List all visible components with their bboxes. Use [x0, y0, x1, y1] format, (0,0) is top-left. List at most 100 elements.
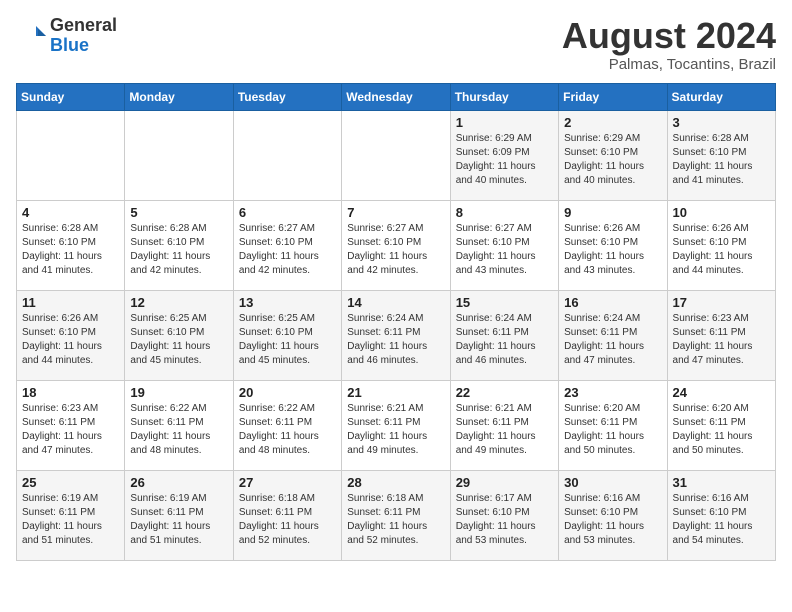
day-info: Sunrise: 6:22 AMSunset: 6:11 PMDaylight:…	[239, 402, 336, 458]
day-number: 21	[347, 385, 444, 400]
day-number: 20	[239, 385, 336, 400]
day-number: 26	[130, 475, 227, 490]
calendar-cell: 19 Sunrise: 6:22 AMSunset: 6:11 PMDayligh…	[125, 380, 233, 470]
calendar-cell: 23 Sunrise: 6:20 AMSunset: 6:11 PMDayligh…	[559, 380, 667, 470]
calendar-cell: 25 Sunrise: 6:19 AMSunset: 6:11 PMDayligh…	[17, 470, 125, 560]
day-info: Sunrise: 6:25 AMSunset: 6:10 PMDaylight:…	[239, 312, 336, 368]
logo-icon	[16, 21, 46, 51]
day-number: 27	[239, 475, 336, 490]
day-number: 16	[564, 295, 661, 310]
calendar-cell: 4 Sunrise: 6:28 AMSunset: 6:10 PMDaylight…	[17, 200, 125, 290]
calendar-cell: 9 Sunrise: 6:26 AMSunset: 6:10 PMDaylight…	[559, 200, 667, 290]
day-number: 15	[456, 295, 553, 310]
day-info: Sunrise: 6:26 AMSunset: 6:10 PMDaylight:…	[564, 222, 661, 278]
col-monday: Monday	[125, 83, 233, 110]
page-header: General Blue August 2024 Palmas, Tocanti…	[16, 16, 776, 73]
calendar-cell: 10Sunrise: 6:26 AMSunset: 6:10 PMDayligh…	[667, 200, 775, 290]
day-number: 24	[673, 385, 770, 400]
day-number: 25	[22, 475, 119, 490]
day-info: Sunrise: 6:23 AMSunset: 6:11 PMDaylight:…	[22, 402, 119, 458]
day-info: Sunrise: 6:16 AMSunset: 6:10 PMDaylight:…	[564, 492, 661, 548]
location: Palmas, Tocantins, Brazil	[562, 56, 776, 73]
calendar-cell: 1 Sunrise: 6:29 AMSunset: 6:09 PMDaylight…	[450, 110, 558, 200]
col-tuesday: Tuesday	[233, 83, 341, 110]
day-info: Sunrise: 6:29 AMSunset: 6:09 PMDaylight:…	[456, 132, 553, 188]
calendar-cell: 18 Sunrise: 6:23 AMSunset: 6:11 PMDayligh…	[17, 380, 125, 470]
day-info: Sunrise: 6:27 AMSunset: 6:10 PMDaylight:…	[347, 222, 444, 278]
day-number: 28	[347, 475, 444, 490]
day-number: 11	[22, 295, 119, 310]
day-number: 17	[673, 295, 770, 310]
day-number: 4	[22, 205, 119, 220]
calendar-week-1: 1 Sunrise: 6:29 AMSunset: 6:09 PMDaylight…	[17, 110, 776, 200]
calendar-header: Sunday Monday Tuesday Wednesday Thursday…	[17, 83, 776, 110]
calendar-cell	[17, 110, 125, 200]
day-info: Sunrise: 6:19 AMSunset: 6:11 PMDaylight:…	[22, 492, 119, 548]
day-info: Sunrise: 6:24 AMSunset: 6:11 PMDaylight:…	[347, 312, 444, 368]
day-info: Sunrise: 6:28 AMSunset: 6:10 PMDaylight:…	[673, 132, 770, 188]
calendar-cell: 14Sunrise: 6:24 AMSunset: 6:11 PMDayligh…	[342, 290, 450, 380]
day-number: 1	[456, 115, 553, 130]
calendar-table: Sunday Monday Tuesday Wednesday Thursday…	[16, 83, 776, 561]
day-info: Sunrise: 6:21 AMSunset: 6:11 PMDaylight:…	[456, 402, 553, 458]
calendar-cell: 7 Sunrise: 6:27 AMSunset: 6:10 PMDaylight…	[342, 200, 450, 290]
day-number: 13	[239, 295, 336, 310]
day-info: Sunrise: 6:22 AMSunset: 6:11 PMDaylight:…	[130, 402, 227, 458]
calendar-body: 1 Sunrise: 6:29 AMSunset: 6:09 PMDaylight…	[17, 110, 776, 560]
calendar-cell: 31 Sunrise: 6:16 AMSunset: 6:10 PMDayligh…	[667, 470, 775, 560]
day-info: Sunrise: 6:25 AMSunset: 6:10 PMDaylight:…	[130, 312, 227, 368]
col-saturday: Saturday	[667, 83, 775, 110]
header-row: Sunday Monday Tuesday Wednesday Thursday…	[17, 83, 776, 110]
calendar-cell: 2 Sunrise: 6:29 AMSunset: 6:10 PMDaylight…	[559, 110, 667, 200]
day-info: Sunrise: 6:24 AMSunset: 6:11 PMDaylight:…	[564, 312, 661, 368]
day-number: 23	[564, 385, 661, 400]
logo: General Blue	[16, 16, 117, 56]
day-number: 2	[564, 115, 661, 130]
day-number: 19	[130, 385, 227, 400]
calendar-cell	[125, 110, 233, 200]
day-info: Sunrise: 6:26 AMSunset: 6:10 PMDaylight:…	[22, 312, 119, 368]
month-year: August 2024	[562, 16, 776, 56]
day-info: Sunrise: 6:24 AMSunset: 6:11 PMDaylight:…	[456, 312, 553, 368]
calendar-cell: 28Sunrise: 6:18 AMSunset: 6:11 PMDayligh…	[342, 470, 450, 560]
calendar-cell	[342, 110, 450, 200]
day-info: Sunrise: 6:18 AMSunset: 6:11 PMDaylight:…	[239, 492, 336, 548]
day-info: Sunrise: 6:27 AMSunset: 6:10 PMDaylight:…	[456, 222, 553, 278]
day-number: 9	[564, 205, 661, 220]
calendar-cell: 16 Sunrise: 6:24 AMSunset: 6:11 PMDayligh…	[559, 290, 667, 380]
day-info: Sunrise: 6:28 AMSunset: 6:10 PMDaylight:…	[22, 222, 119, 278]
day-number: 18	[22, 385, 119, 400]
day-number: 8	[456, 205, 553, 220]
day-number: 7	[347, 205, 444, 220]
calendar-week-4: 18 Sunrise: 6:23 AMSunset: 6:11 PMDayligh…	[17, 380, 776, 470]
day-info: Sunrise: 6:28 AMSunset: 6:10 PMDaylight:…	[130, 222, 227, 278]
day-number: 30	[564, 475, 661, 490]
day-info: Sunrise: 6:29 AMSunset: 6:10 PMDaylight:…	[564, 132, 661, 188]
calendar-cell	[233, 110, 341, 200]
calendar-week-2: 4 Sunrise: 6:28 AMSunset: 6:10 PMDaylight…	[17, 200, 776, 290]
calendar-cell: 17 Sunrise: 6:23 AMSunset: 6:11 PMDayligh…	[667, 290, 775, 380]
calendar-cell: 30 Sunrise: 6:16 AMSunset: 6:10 PMDayligh…	[559, 470, 667, 560]
day-number: 31	[673, 475, 770, 490]
day-info: Sunrise: 6:21 AMSunset: 6:11 PMDaylight:…	[347, 402, 444, 458]
calendar-week-5: 25 Sunrise: 6:19 AMSunset: 6:11 PMDayligh…	[17, 470, 776, 560]
calendar-cell: 12Sunrise: 6:25 AMSunset: 6:10 PMDayligh…	[125, 290, 233, 380]
day-number: 3	[673, 115, 770, 130]
day-info: Sunrise: 6:20 AMSunset: 6:11 PMDaylight:…	[564, 402, 661, 458]
calendar-cell: 13 Sunrise: 6:25 AMSunset: 6:10 PMDayligh…	[233, 290, 341, 380]
day-info: Sunrise: 6:19 AMSunset: 6:11 PMDaylight:…	[130, 492, 227, 548]
calendar-cell: 26 Sunrise: 6:19 AMSunset: 6:11 PMDayligh…	[125, 470, 233, 560]
col-wednesday: Wednesday	[342, 83, 450, 110]
calendar-cell: 15 Sunrise: 6:24 AMSunset: 6:11 PMDayligh…	[450, 290, 558, 380]
day-number: 10	[673, 205, 770, 220]
day-number: 5	[130, 205, 227, 220]
calendar-cell: 27 Sunrise: 6:18 AMSunset: 6:11 PMDayligh…	[233, 470, 341, 560]
day-info: Sunrise: 6:23 AMSunset: 6:11 PMDaylight:…	[673, 312, 770, 368]
logo-blue: Blue	[50, 36, 117, 56]
col-sunday: Sunday	[17, 83, 125, 110]
day-number: 6	[239, 205, 336, 220]
title-block: August 2024 Palmas, Tocantins, Brazil	[562, 16, 776, 73]
calendar-cell: 20 Sunrise: 6:22 AMSunset: 6:11 PMDayligh…	[233, 380, 341, 470]
day-info: Sunrise: 6:16 AMSunset: 6:10 PMDaylight:…	[673, 492, 770, 548]
calendar-cell: 29Sunrise: 6:17 AMSunset: 6:10 PMDayligh…	[450, 470, 558, 560]
